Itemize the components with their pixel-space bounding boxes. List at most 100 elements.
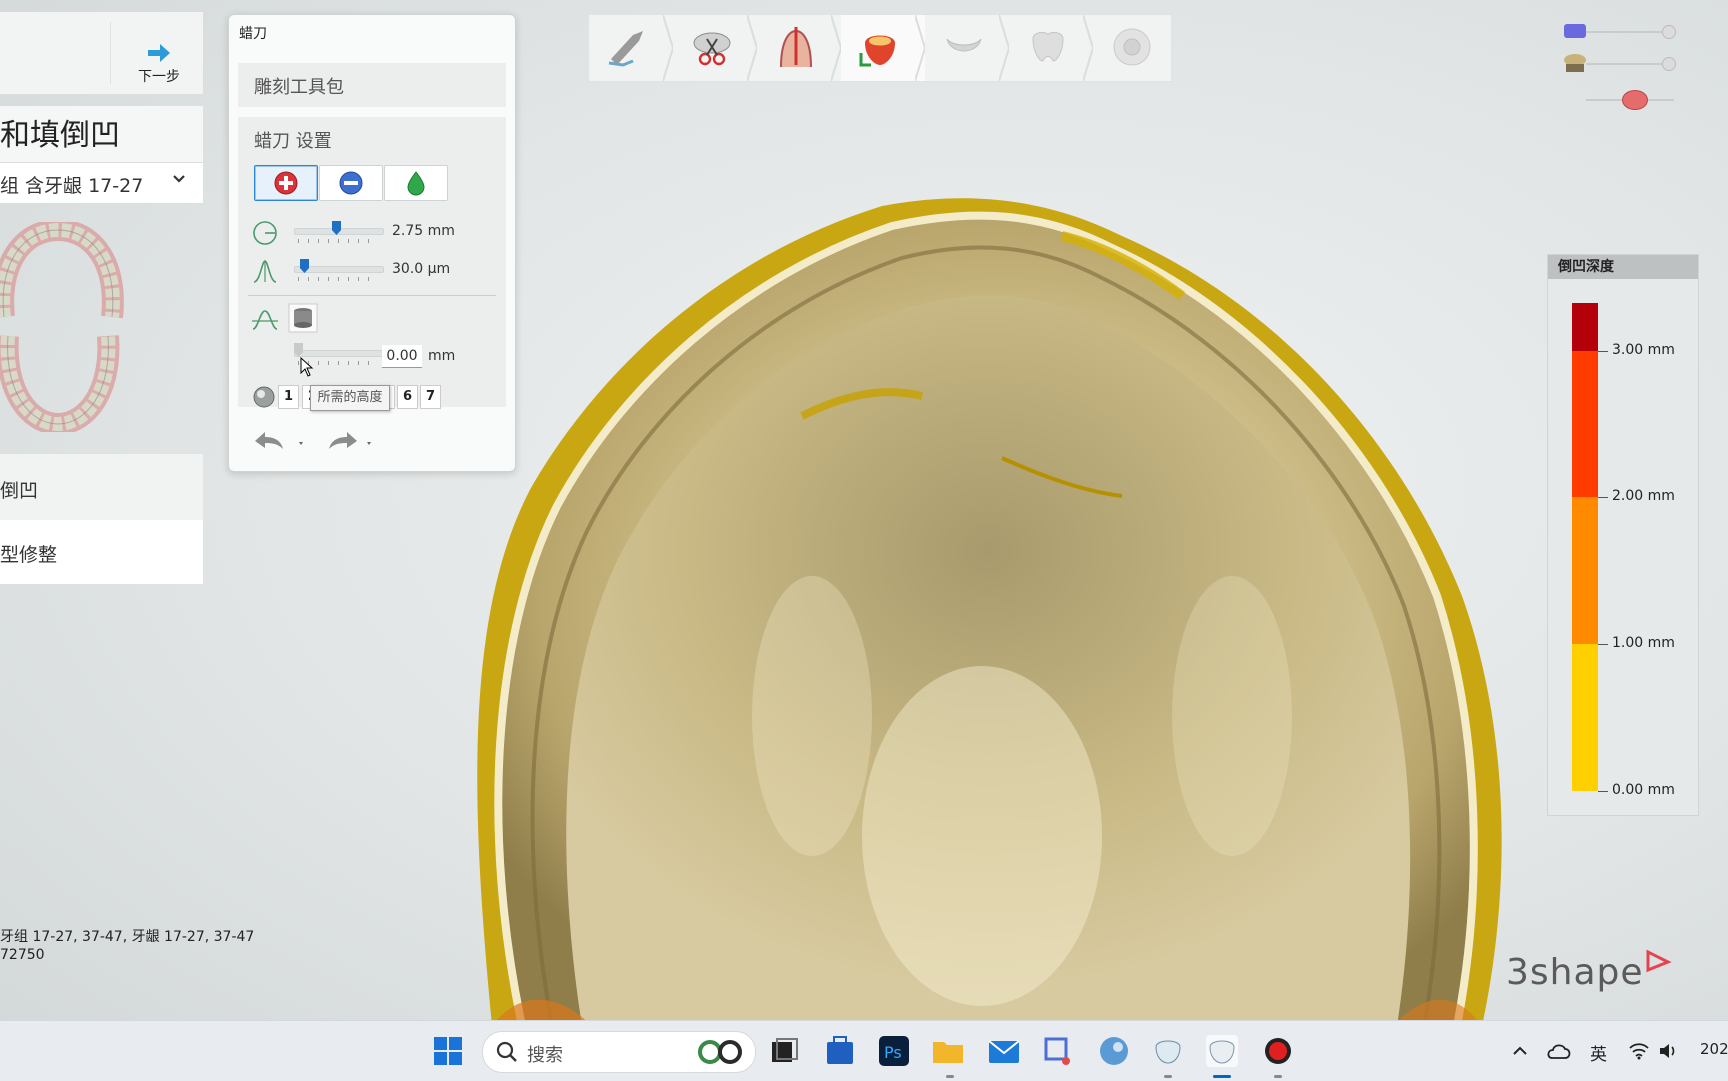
- arrow-right-icon: [148, 44, 170, 62]
- toolbar-item-knife[interactable]: [589, 15, 673, 81]
- smooth-wax-button[interactable]: [384, 165, 448, 201]
- scissors-icon: [693, 32, 731, 66]
- thickness-icon: [253, 260, 277, 283]
- app-dental-icon[interactable]: [1150, 1033, 1186, 1069]
- group-select-value: 组 含牙龈 17-27: [0, 175, 144, 197]
- next-step-button[interactable]: 下一步: [120, 24, 198, 90]
- taskbar: 搜索 Ps 英 202: [0, 1020, 1728, 1081]
- upper-jaw-visibility[interactable]: [1562, 20, 1680, 44]
- toolbar-item-cut[interactable]: [673, 15, 757, 81]
- gingiva-visibility[interactable]: [1562, 88, 1680, 112]
- brand-triangle-icon: [1646, 949, 1672, 973]
- preset-button-7[interactable]: 7: [420, 385, 441, 409]
- height-unit: mm: [428, 348, 456, 364]
- undo-button[interactable]: [251, 427, 307, 457]
- step-item-trim[interactable]: 型修整: [0, 520, 203, 584]
- toolbar-item-insertion[interactable]: [757, 15, 841, 81]
- search-placeholder: 搜索: [527, 1045, 563, 1066]
- legend-segment: [1572, 303, 1598, 351]
- height-input[interactable]: 0.00: [382, 345, 422, 368]
- legend-title: 倒凹深度: [1548, 255, 1698, 279]
- wizard-nav-bar: 下一步: [0, 12, 203, 95]
- visibility-knob[interactable]: [1662, 25, 1676, 39]
- remove-circle-icon: [339, 171, 363, 195]
- brand-logo: 3shape: [1506, 949, 1672, 993]
- toolbar-item-tooth[interactable]: [1009, 15, 1093, 81]
- thickness-value: 30.0 µm: [392, 261, 451, 277]
- running-indicator: [946, 1075, 954, 1078]
- visibility-knob[interactable]: [1622, 90, 1648, 110]
- toolbar-item-disc[interactable]: [1093, 15, 1177, 81]
- legend-tick: [1598, 497, 1608, 498]
- nav-separator: [110, 22, 111, 84]
- cloud-sync-icon[interactable]: [1546, 1040, 1572, 1062]
- add-circle-icon: [274, 171, 298, 195]
- snipping-tool-icon[interactable]: [1040, 1033, 1076, 1069]
- preset-button-6[interactable]: 6: [397, 385, 418, 409]
- add-wax-button[interactable]: [254, 165, 318, 201]
- record-icon[interactable]: [1260, 1033, 1296, 1069]
- page-title: 和填倒凹: [0, 118, 120, 153]
- model-visibility[interactable]: [1562, 52, 1680, 76]
- preset-button-1[interactable]: 1: [278, 385, 299, 409]
- app-globe-icon[interactable]: [1096, 1033, 1132, 1069]
- section-title: 雕刻工具包: [254, 77, 344, 98]
- windows-start-icon[interactable]: [430, 1033, 466, 1069]
- volume-icon[interactable]: [1658, 1041, 1680, 1061]
- thickness-slider[interactable]: [294, 259, 384, 281]
- knife-icon: [608, 31, 643, 67]
- group-select[interactable]: 组 含牙龈 17-27: [0, 162, 203, 204]
- legend-label: 1.00 mm: [1612, 635, 1675, 651]
- mail-icon[interactable]: [986, 1033, 1022, 1069]
- legend-label: 2.00 mm: [1612, 488, 1675, 504]
- radius-slider[interactable]: [294, 221, 384, 243]
- base-icon: [946, 38, 982, 52]
- dialog-title: 蜡刀: [239, 26, 267, 42]
- svg-text:Ps: Ps: [884, 1043, 902, 1062]
- redo-button[interactable]: [325, 427, 381, 457]
- step-item-undercut[interactable]: 倒凹: [0, 454, 203, 525]
- curve-tool-icon[interactable]: [250, 305, 280, 333]
- undercut-depth-legend: 倒凹深度 3.00 mm 2.00 mm 1.00 mm 0.00 mm: [1547, 254, 1699, 816]
- store-icon[interactable]: [822, 1033, 858, 1069]
- app-3shape-icon[interactable]: [1204, 1033, 1240, 1069]
- clock[interactable]: 202: [1700, 1040, 1728, 1058]
- tooth-icon: [1032, 31, 1064, 62]
- insertion-direction-icon: [780, 27, 812, 68]
- ime-indicator[interactable]: 英: [1590, 1040, 1607, 1065]
- toolbar-item-model-base[interactable]: [925, 15, 1009, 81]
- redo-icon: [329, 432, 371, 449]
- task-view-icon[interactable]: [766, 1033, 802, 1069]
- mouse-cursor-icon: [300, 357, 314, 377]
- sphere-icon[interactable]: [252, 385, 276, 409]
- disc-icon: [1113, 28, 1151, 66]
- dental-model-viewport[interactable]: [462, 196, 1526, 1026]
- chevron-up-icon[interactable]: [1510, 1041, 1530, 1061]
- jaw-selector[interactable]: [0, 208, 203, 454]
- running-indicator: [1213, 1075, 1231, 1078]
- step-list: 倒凹 型修整: [0, 454, 203, 584]
- settings-divider: [248, 295, 496, 296]
- radius-icon: [253, 221, 277, 245]
- visibility-knob[interactable]: [1662, 57, 1676, 71]
- sculpt-toolkit-section[interactable]: 雕刻工具包: [238, 63, 506, 107]
- lower-jaw-icon[interactable]: [0, 332, 124, 432]
- model-visibility-icon: [1564, 54, 1586, 72]
- upper-jaw-icon[interactable]: [0, 222, 124, 322]
- toolbar-item-undercut[interactable]: [841, 15, 925, 81]
- undo-icon: [255, 432, 303, 449]
- copilot-icon: [698, 1040, 742, 1064]
- taskbar-search[interactable]: 搜索: [482, 1031, 756, 1073]
- photoshop-icon[interactable]: Ps: [876, 1033, 912, 1069]
- file-explorer-icon[interactable]: [930, 1033, 966, 1069]
- section-title: 蜡刀 设置: [254, 131, 332, 152]
- wifi-icon[interactable]: [1628, 1041, 1650, 1061]
- model-height-icon[interactable]: [288, 303, 318, 333]
- workflow-toolbar: [588, 14, 1172, 82]
- step-title-box: 和填倒凹 组 含牙龈 17-27: [0, 106, 203, 204]
- legend-tick: [1598, 351, 1608, 352]
- remove-wax-button[interactable]: [319, 165, 383, 201]
- legend-tick: [1598, 791, 1608, 792]
- legend-color-bar: [1572, 303, 1598, 791]
- legend-label: 0.00 mm: [1612, 782, 1675, 798]
